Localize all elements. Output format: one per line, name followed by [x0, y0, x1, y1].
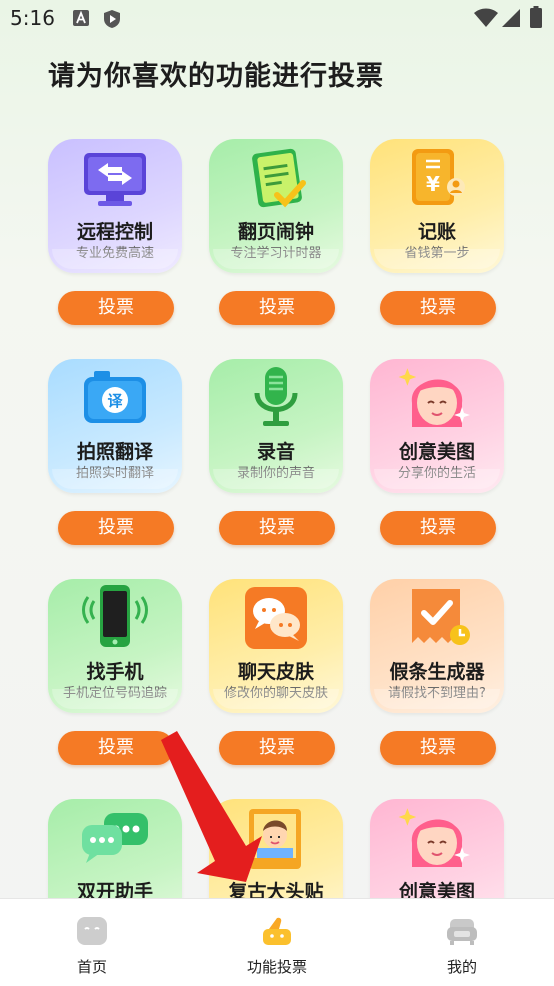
girl-face-icon: [398, 368, 470, 427]
card-title: 双开助手: [76, 881, 153, 900]
nav-item-mine[interactable]: 我的: [392, 899, 532, 986]
svg-text:¥: ¥: [426, 172, 440, 196]
feature-card-recording[interactable]: 录音 录制你的声音: [209, 359, 343, 493]
card-title: 记账: [417, 221, 456, 243]
vote-button-creative-photo[interactable]: 投票: [380, 511, 496, 545]
feature-card-dual-open[interactable]: 双开助手: [48, 799, 182, 900]
nav-label: 我的: [446, 958, 477, 976]
card-subtitle: 请假找不到理由?: [388, 686, 486, 701]
card-title: 复古大头贴: [228, 881, 324, 900]
feature-grid: 远程控制 专业免费高速 投票 翻页闹钟 专注学习计时器 投票 ¥ 记账 省钱第一…: [0, 0, 554, 900]
card-title: 翻页闹钟: [237, 221, 314, 243]
card-title: 录音: [256, 441, 295, 463]
remote-monitor-icon: [84, 153, 146, 206]
feature-card-find-phone[interactable]: 找手机 手机定位号码追踪: [48, 579, 182, 713]
sofa-icon: [447, 919, 477, 945]
vote-button-remote-control[interactable]: 投票: [58, 291, 174, 325]
yen-receipt-icon: ¥: [412, 149, 465, 205]
nav-label: 首页: [76, 958, 107, 976]
feature-card-bookkeeping[interactable]: ¥ 记账 省钱第一步: [370, 139, 504, 273]
card-title: 拍照翻译: [76, 441, 153, 463]
feature-card-leave-note[interactable]: 假条生成器 请假找不到理由?: [370, 579, 504, 713]
vote-button-chat-skin[interactable]: 投票: [219, 731, 335, 765]
home-robot-icon: [77, 917, 107, 945]
card-subtitle: 拍照实时翻译: [75, 466, 154, 481]
card-title: 远程控制: [76, 221, 153, 243]
vote-button-recording[interactable]: 投票: [219, 511, 335, 545]
photo-portrait-icon: [249, 809, 301, 869]
camera-translate-icon: 译: [84, 371, 146, 423]
chat-bubbles-icon: [245, 587, 307, 649]
card-subtitle: 省钱第一步: [404, 246, 470, 261]
card-subtitle: 分享你的生活: [397, 466, 476, 481]
bottom-navigation: 首页 功能投票 我的: [0, 898, 554, 986]
feature-card-remote-control[interactable]: 远程控制 专业免费高速: [48, 139, 182, 273]
feature-card-flip-clock[interactable]: 翻页闹钟 专注学习计时器: [209, 139, 343, 273]
ringing-phone-icon: [82, 585, 148, 647]
vote-button-find-phone[interactable]: 投票: [58, 731, 174, 765]
card-subtitle: 录制你的声音: [236, 466, 315, 481]
nav-item-home[interactable]: 首页: [22, 899, 162, 986]
vote-button-photo-translate[interactable]: 投票: [58, 511, 174, 545]
chat-dual-icon: [82, 813, 148, 863]
nav-item-feature-vote[interactable]: 功能投票: [207, 899, 347, 986]
card-title: 聊天皮肤: [237, 661, 314, 683]
card-title: 创意美图: [398, 441, 475, 463]
feature-card-creative-photo[interactable]: 创意美图 分享你的生活: [370, 359, 504, 493]
card-subtitle: 修改你的聊天皮肤: [223, 686, 328, 701]
card-title: 假条生成器: [389, 661, 485, 683]
card-title: 找手机: [86, 661, 144, 683]
feature-card-retro-photo[interactable]: 复古大头贴: [209, 799, 343, 900]
nav-label: 功能投票: [246, 958, 307, 976]
microphone-icon: [254, 367, 298, 426]
vote-button-leave-note[interactable]: 投票: [380, 731, 496, 765]
feature-card-photo-translate[interactable]: 译 拍照翻译 拍照实时翻译: [48, 359, 182, 493]
card-title: 创意美图: [398, 881, 475, 900]
thumbs-up-icon: [263, 917, 291, 945]
feature-card-chat-skin[interactable]: 聊天皮肤 修改你的聊天皮肤: [209, 579, 343, 713]
card-subtitle: 专业免费高速: [75, 246, 154, 261]
girl-face-icon: [398, 808, 470, 867]
vote-button-bookkeeping[interactable]: 投票: [380, 291, 496, 325]
vote-button-flip-clock[interactable]: 投票: [219, 291, 335, 325]
leave-note-icon: [412, 589, 470, 645]
svg-text:译: 译: [107, 392, 123, 410]
card-subtitle: 专注学习计时器: [230, 246, 322, 261]
feature-card-creative-photo-2[interactable]: 创意美图: [370, 799, 504, 900]
card-subtitle: 手机定位号码追踪: [62, 686, 167, 701]
notepad-check-icon: [252, 148, 306, 208]
